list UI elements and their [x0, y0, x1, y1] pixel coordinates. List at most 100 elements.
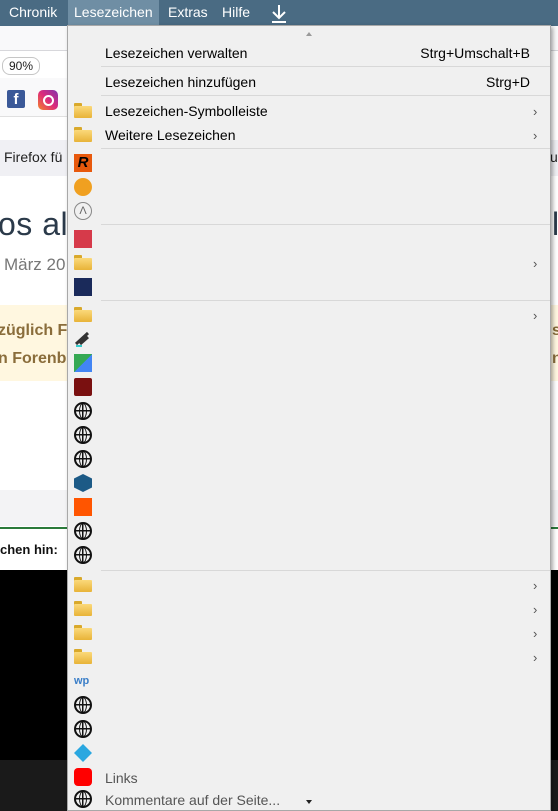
- bookmark-item[interactable]: [68, 400, 550, 422]
- bookmark-folder[interactable]: ›: [68, 252, 550, 274]
- folder-icon: [74, 601, 92, 616]
- globe-icon: [74, 790, 92, 808]
- bookmark-item[interactable]: [68, 742, 550, 764]
- bookmark-item[interactable]: [68, 176, 550, 198]
- bookmark-item[interactable]: [68, 276, 550, 298]
- bookmark-item[interactable]: [68, 376, 550, 398]
- download-icon[interactable]: [268, 3, 290, 25]
- chevron-right-icon: ›: [533, 578, 538, 593]
- bookmark-item[interactable]: [68, 520, 550, 542]
- globe-icon: [74, 522, 92, 540]
- scroll-up-arrow[interactable]: [306, 32, 312, 36]
- menu-separator: [101, 66, 550, 67]
- globe-icon: [74, 450, 92, 468]
- menu-separator: [101, 148, 550, 149]
- bookmark-item[interactable]: [68, 472, 550, 494]
- bookmark-label-partial: Kommentare auf der Seite...: [105, 792, 281, 808]
- lambda-icon: Λ: [74, 202, 92, 220]
- bookmarks-menu: Lesezeichen verwalten Strg+Umschalt+B Le…: [67, 25, 551, 811]
- folder-icon: [74, 103, 92, 118]
- menu-item-manage-bookmarks[interactable]: Lesezeichen verwalten Strg+Umschalt+B: [68, 42, 550, 64]
- facebook-icon[interactable]: f: [7, 90, 25, 108]
- folder-icon: [74, 307, 92, 322]
- bookmark-folder[interactable]: ›: [68, 598, 550, 620]
- menu-separator: [101, 300, 550, 301]
- menu-separator: [101, 95, 550, 96]
- menu-item-other-bookmarks[interactable]: Weitere Lesezeichen ›: [68, 124, 550, 146]
- youtube-icon: [74, 768, 92, 786]
- folder-icon: [74, 255, 92, 270]
- comment-heading: chen hin:: [0, 542, 58, 557]
- manage-bookmarks-label: Lesezeichen verwalten: [105, 45, 248, 61]
- globe-icon: [74, 426, 92, 444]
- instagram-icon[interactable]: [38, 90, 58, 110]
- bookmark-folder[interactable]: ›: [68, 574, 550, 596]
- add-bookmark-label: Lesezeichen hinzufügen: [105, 74, 257, 90]
- bookmark-item[interactable]: [68, 694, 550, 716]
- bookmark-item[interactable]: Kommentare auf der Seite...: [68, 788, 550, 810]
- menu-item-add-bookmark[interactable]: Lesezeichen hinzufügen Strg+D: [68, 71, 550, 93]
- chevron-right-icon: ›: [533, 308, 538, 323]
- add-bookmark-shortcut: Strg+D: [486, 74, 530, 90]
- blue-diamond-icon: [74, 744, 92, 762]
- menu-extras[interactable]: Extras: [162, 0, 214, 26]
- wp-icon: wp: [74, 675, 90, 687]
- notification-text: Firefox fü: [4, 149, 63, 165]
- folder-icon: [74, 577, 92, 592]
- manage-bookmarks-shortcut: Strg+Umschalt+B: [420, 45, 530, 61]
- globe-icon: [74, 696, 92, 714]
- menu-chronik[interactable]: Chronik: [3, 0, 63, 26]
- post-date: März 20: [4, 255, 66, 274]
- scroll-down-arrow[interactable]: [306, 800, 312, 804]
- menu-hilfe[interactable]: Hilfe: [216, 0, 256, 26]
- chevron-right-icon: ›: [533, 128, 538, 143]
- highlight-text-2: n Forenb: [0, 350, 67, 367]
- globe-icon: [74, 546, 92, 564]
- folder-icon: [74, 625, 92, 640]
- globe-icon: [74, 720, 92, 738]
- fsc-icon: [74, 278, 92, 296]
- menu-item-bookmarks-toolbar[interactable]: Lesezeichen-Symbolleiste ›: [68, 100, 550, 122]
- hexagon-logo-icon: [74, 474, 92, 492]
- soundcloud-icon: [74, 498, 92, 516]
- menu-lesezeichen[interactable]: Lesezeichen: [68, 0, 159, 26]
- chevron-right-icon: ›: [533, 602, 538, 617]
- bookmark-folder[interactable]: ›: [68, 622, 550, 644]
- bookmark-item[interactable]: [68, 718, 550, 740]
- bookmark-item[interactable]: Links: [68, 766, 550, 788]
- bookmark-item[interactable]: [68, 228, 550, 250]
- notification-text-right: u: [550, 149, 558, 165]
- google-maps-icon: [74, 354, 92, 372]
- hook-logo-icon: [74, 330, 92, 348]
- highlight-text-right-1: s: [552, 322, 558, 339]
- bookmark-label-partial: Links: [105, 770, 138, 786]
- pedestrian-icon: [74, 230, 92, 248]
- highlight-text-right-2: n: [552, 350, 558, 367]
- orange-circle-icon: [74, 178, 92, 196]
- other-bookmarks-label: Weitere Lesezeichen: [105, 127, 236, 143]
- chevron-right-icon: ›: [533, 626, 538, 641]
- globe-icon: [74, 402, 92, 420]
- bookmark-item[interactable]: wp: [68, 670, 550, 692]
- bookmark-item[interactable]: [68, 544, 550, 566]
- bookmark-item[interactable]: [68, 496, 550, 518]
- folder-icon: [74, 649, 92, 664]
- r-logo-icon: R: [74, 154, 92, 172]
- bookmark-folder[interactable]: ›: [68, 304, 550, 326]
- bookmark-item[interactable]: R: [68, 152, 550, 174]
- bookmark-item[interactable]: [68, 352, 550, 374]
- chevron-right-icon: ›: [533, 256, 538, 271]
- bookmark-item[interactable]: [68, 448, 550, 470]
- red-emblem-icon: [74, 378, 92, 396]
- highlight-text-1: züglich F: [0, 322, 68, 339]
- menu-separator: [101, 224, 550, 225]
- page-title-right: l: [552, 206, 558, 242]
- bookmark-item[interactable]: [68, 328, 550, 350]
- menu-separator: [101, 570, 550, 571]
- zoom-indicator[interactable]: 90%: [2, 57, 40, 75]
- bookmark-item[interactable]: Λ: [68, 200, 550, 222]
- chevron-right-icon: ›: [533, 104, 538, 119]
- bookmark-item[interactable]: [68, 424, 550, 446]
- bookmark-folder[interactable]: ›: [68, 646, 550, 668]
- bookmarks-toolbar-label: Lesezeichen-Symbolleiste: [105, 103, 268, 119]
